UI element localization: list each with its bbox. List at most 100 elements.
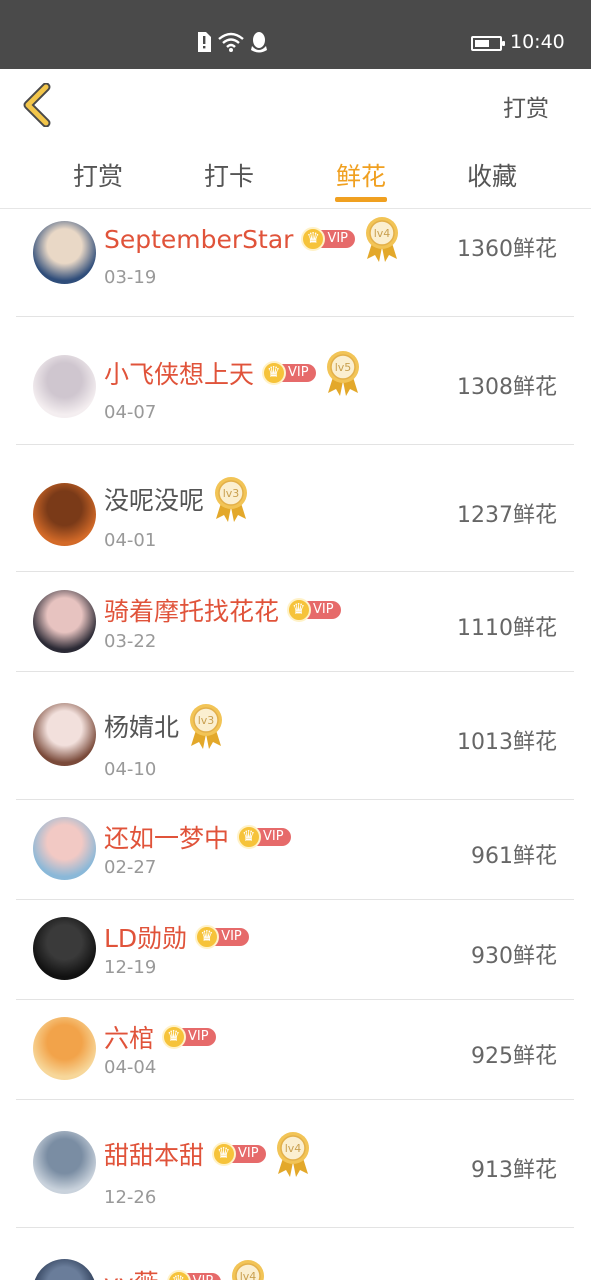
vip-badge: VIP — [237, 825, 292, 849]
vip-badge: VIP — [166, 1270, 221, 1280]
name-line: 还如一梦中 VIP — [104, 819, 292, 855]
user-name[interactable]: 骑着摩托找花花 — [104, 592, 279, 628]
svg-text:lv4: lv4 — [374, 227, 391, 240]
vip-badge: VIP — [212, 1142, 267, 1166]
date-text: 02-27 — [104, 857, 157, 878]
active-tab-indicator — [335, 197, 387, 202]
battery-icon — [471, 36, 505, 51]
name-line: 甜甜本甜 VIP lv4 — [104, 1130, 312, 1178]
sim-alert-icon — [196, 31, 212, 53]
avatar[interactable] — [33, 221, 96, 284]
chevron-left-icon — [23, 82, 51, 128]
user-name[interactable]: 甜甜本甜 — [104, 1136, 204, 1172]
tab-checkin[interactable]: 打卡 — [189, 157, 269, 193]
date-text: 04-04 — [104, 1057, 157, 1078]
vip-badge: VIP — [195, 925, 250, 949]
back-button[interactable] — [20, 82, 60, 128]
svg-text:lv4: lv4 — [285, 1142, 302, 1155]
flower-amount: 930鲜花 — [471, 944, 557, 969]
list-item[interactable]: 杨婧北 lv3 04-10 1013鲜花 — [16, 672, 574, 800]
name-line: 没呢没呢 lv3 — [104, 475, 250, 523]
avatar[interactable] — [33, 590, 96, 653]
avatar[interactable] — [33, 917, 96, 980]
name-line: 小飞侠想上天 VIP lv5 — [104, 349, 362, 397]
crown-icon — [237, 825, 262, 849]
avatar[interactable] — [33, 1131, 96, 1194]
avatar[interactable] — [33, 817, 96, 880]
flower-amount: 1110鲜花 — [457, 616, 557, 641]
user-name[interactable]: 小飞侠想上天 — [104, 355, 254, 391]
vip-badge: VIP — [262, 361, 317, 385]
tab-bar: 打赏 打卡 鲜花 收藏 — [0, 139, 591, 209]
list-item[interactable]: 小飞侠想上天 VIP lv5 04-07 1308鲜花 — [16, 317, 574, 445]
avatar[interactable] — [33, 355, 96, 418]
crown-icon — [166, 1270, 191, 1280]
flower-amount: 913鲜花 — [471, 1158, 557, 1183]
flower-amount: 1013鲜花 — [457, 730, 557, 755]
avatar[interactable] — [33, 703, 96, 766]
user-name[interactable]: yy薇 — [104, 1264, 159, 1280]
vip-badge: VIP — [162, 1025, 217, 1049]
date-text: 03-22 — [104, 631, 157, 652]
avatar[interactable] — [33, 1017, 96, 1080]
list-item[interactable]: 没呢没呢 lv3 04-01 1237鲜花 — [16, 445, 574, 572]
list-item[interactable]: 还如一梦中 VIP 02-27 961鲜花 — [16, 800, 574, 900]
list-item[interactable]: SeptemberStar VIP lv4 03-19 1360鲜花 — [16, 209, 574, 317]
svg-text:lv3: lv3 — [198, 714, 215, 727]
user-name[interactable]: 六棺 — [104, 1019, 154, 1055]
user-name[interactable]: 没呢没呢 — [104, 481, 204, 517]
flower-ranking-list: SeptemberStar VIP lv4 03-19 1360鲜花小飞侠想上天 VIP l… — [0, 209, 591, 1280]
avatar[interactable] — [33, 1259, 96, 1280]
header-action-button[interactable]: 打赏 — [503, 89, 549, 123]
user-name[interactable]: LD勋勋 — [104, 919, 187, 955]
svg-text:lv3: lv3 — [223, 487, 240, 500]
tab-favorites[interactable]: 收藏 — [452, 157, 532, 193]
qq-icon — [250, 31, 268, 53]
list-item[interactable]: yy薇 VIP lv4 — [16, 1228, 574, 1280]
flower-amount: 1308鲜花 — [457, 375, 557, 400]
name-line: SeptemberStar VIP lv4 — [104, 215, 401, 263]
list-item[interactable]: LD勋勋 VIP 12-19 930鲜花 — [16, 900, 574, 1000]
level-medal-icon: lv3 — [187, 702, 225, 750]
list-item[interactable]: 六棺 VIP04-04 925鲜花 — [16, 1000, 574, 1100]
avatar[interactable] — [33, 483, 96, 546]
crown-icon — [162, 1025, 187, 1049]
tab-flowers[interactable]: 鲜花 — [321, 157, 401, 193]
crown-icon — [212, 1142, 237, 1166]
vip-badge: VIP — [287, 598, 342, 622]
user-name[interactable]: SeptemberStar — [104, 225, 293, 254]
name-line: 六棺 VIP — [104, 1019, 217, 1055]
vip-badge: VIP — [301, 227, 356, 251]
date-text: 04-07 — [104, 402, 157, 423]
date-text: 12-19 — [104, 957, 157, 978]
flower-amount: 925鲜花 — [471, 1044, 557, 1069]
user-name[interactable]: 还如一梦中 — [104, 819, 229, 855]
flower-amount: 961鲜花 — [471, 844, 557, 869]
list-item[interactable]: 骑着摩托找花花 VIP 03-22 1110鲜花 — [16, 572, 574, 672]
flower-amount: 1360鲜花 — [457, 237, 557, 262]
svg-text:lv5: lv5 — [335, 361, 352, 374]
header: 打赏 — [0, 69, 591, 139]
wifi-icon — [218, 31, 244, 53]
crown-icon — [262, 361, 287, 385]
list-item[interactable]: 甜甜本甜 VIP lv4 12-26 913鲜花 — [16, 1100, 574, 1228]
crown-icon — [287, 598, 312, 622]
level-medal-icon: lv4 — [274, 1130, 312, 1178]
tab-reward[interactable]: 打赏 — [58, 157, 138, 193]
level-medal-icon: lv4 — [363, 215, 401, 263]
name-line: 杨婧北 lv3 — [104, 702, 225, 750]
crown-icon — [195, 925, 220, 949]
battery-level — [475, 40, 489, 47]
status-icons — [196, 31, 268, 53]
name-line: 骑着摩托找花花 VIP — [104, 592, 342, 628]
svg-text:lv4: lv4 — [239, 1270, 256, 1280]
flower-amount: 1237鲜花 — [457, 503, 557, 528]
level-medal-icon: lv3 — [212, 475, 250, 523]
status-time: 10:40 — [510, 31, 565, 53]
name-line: LD勋勋 VIP — [104, 919, 250, 955]
date-text: 04-10 — [104, 759, 157, 780]
level-medal-icon: lv4 — [229, 1258, 267, 1280]
date-text: 04-01 — [104, 530, 157, 551]
user-name[interactable]: 杨婧北 — [104, 708, 179, 744]
level-medal-icon: lv5 — [324, 349, 362, 397]
